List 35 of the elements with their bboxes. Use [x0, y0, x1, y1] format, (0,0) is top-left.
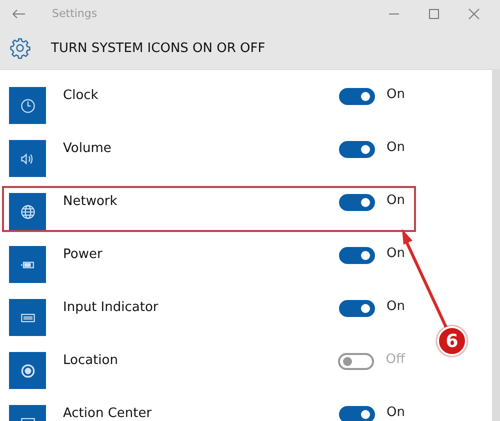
- toggle-state: On: [386, 193, 405, 208]
- setting-label: Volume: [63, 141, 112, 156]
- toggle-switch[interactable]: [338, 353, 374, 370]
- toggle-switch[interactable]: [338, 194, 375, 211]
- toggle-state: On: [386, 405, 405, 420]
- setting-label: Network: [63, 194, 118, 209]
- clock-icon: [9, 87, 46, 124]
- settings-icon: [9, 37, 31, 59]
- page-heading: TURN SYSTEM ICONS ON OR OFF: [51, 40, 266, 56]
- scrollbar[interactable]: [492, 70, 500, 421]
- setting-label: Clock: [63, 88, 98, 103]
- globe-icon: [9, 193, 46, 230]
- maximize-icon[interactable]: [428, 8, 440, 20]
- setting-label: Power: [63, 247, 102, 262]
- setting-label: Location: [63, 353, 118, 368]
- toggle-switch[interactable]: [338, 88, 375, 105]
- close-icon[interactable]: [468, 8, 480, 20]
- toggle-state: On: [386, 140, 405, 155]
- speaker-icon: [9, 140, 46, 177]
- setting-label: Input Indicator: [63, 300, 158, 315]
- keyboard-icon: [9, 299, 46, 336]
- toggle-switch[interactable]: [338, 247, 375, 264]
- toggle-switch[interactable]: [338, 406, 375, 421]
- step-badge: 6: [437, 326, 467, 356]
- window-title: Settings: [52, 7, 98, 20]
- battery-icon: [9, 246, 46, 283]
- target-icon: [9, 352, 46, 389]
- toggle-switch[interactable]: [338, 141, 375, 158]
- setting-label: Action Center: [63, 406, 152, 421]
- toggle-switch[interactable]: [338, 300, 375, 317]
- toggle-state: Off: [386, 352, 405, 367]
- back-icon[interactable]: [12, 8, 26, 18]
- toggle-state: On: [386, 246, 405, 261]
- toggle-state: On: [386, 299, 405, 314]
- toggle-state: On: [386, 87, 405, 102]
